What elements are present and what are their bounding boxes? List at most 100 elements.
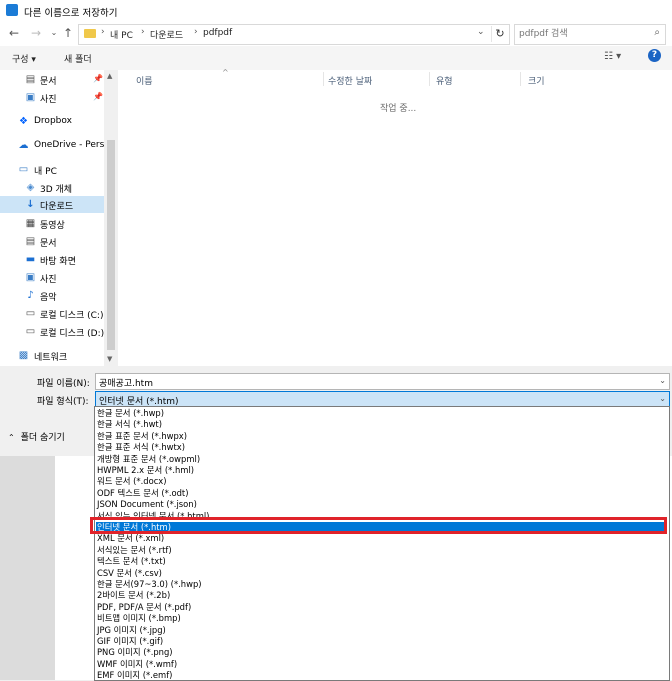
scrollbar-thumb[interactable] xyxy=(107,140,115,350)
nav-item-label: 내 PC xyxy=(34,167,57,177)
nav-item-3d-objects[interactable]: ◈ 3D 개체 xyxy=(0,179,104,196)
view-options-icon[interactable]: ☷ ▾ xyxy=(604,51,621,62)
scroll-up-icon[interactable]: ▲ xyxy=(107,72,112,80)
filetype-option[interactable]: EMF 이미지 (*.emf) xyxy=(96,670,667,680)
nav-item-pictures[interactable]: ▣ 사진 xyxy=(0,269,104,286)
nav-item-music[interactable]: ♪ 음악 xyxy=(0,287,104,304)
nav-item-this-pc[interactable]: ▭ 내 PC xyxy=(0,161,104,178)
nav-item-label: 문서 xyxy=(40,77,57,87)
filetype-option[interactable]: 워드 문서 (*.docx) xyxy=(96,476,667,487)
drive-icon: ▭ xyxy=(25,326,36,337)
column-divider[interactable] xyxy=(323,72,324,86)
address-dropdown-icon[interactable]: ⌄ xyxy=(477,27,485,37)
nav-item-label: 문서 xyxy=(40,239,57,249)
nav-item-network[interactable]: ▩ 네트워크 xyxy=(0,347,104,364)
column-header-name[interactable]: 이름 xyxy=(136,74,153,87)
folder-icon xyxy=(84,29,96,38)
filetype-option[interactable]: 한글 문서(97~3.0) (*.hwp) xyxy=(96,579,667,590)
nav-item-label: 음악 xyxy=(40,293,57,303)
chevron-right-icon: › xyxy=(141,27,145,37)
organize-button[interactable]: 구성 ▾ xyxy=(12,52,36,65)
column-divider[interactable] xyxy=(520,72,521,86)
refresh-icon[interactable]: ↻ xyxy=(491,26,508,42)
dropbox-icon: ❖ xyxy=(19,116,28,127)
filename-label: 파일 이름(N): xyxy=(37,379,90,389)
back-arrow-icon[interactable]: ← xyxy=(6,25,22,41)
breadcrumb-pdfpdf[interactable]: pdfpdf xyxy=(203,28,232,38)
title-bar: 다른 이름으로 저장하기 xyxy=(0,0,672,22)
nav-item-videos[interactable]: ▦ 동영상 xyxy=(0,215,104,232)
column-header-size[interactable]: 크기 xyxy=(528,74,545,87)
nav-item-label: 사진 xyxy=(40,275,57,285)
filetype-option[interactable]: CSV 문서 (*.csv) xyxy=(96,568,667,579)
filetype-option[interactable]: 서식있는 문서 (*.rtf) xyxy=(96,545,667,556)
filetype-option[interactable]: ODF 텍스트 문서 (*.odt) xyxy=(96,488,667,499)
filename-input[interactable]: 공매공고.htm ⌄ xyxy=(95,373,670,390)
filetype-option[interactable]: HWPML 2.x 문서 (*.hml) xyxy=(96,465,667,476)
nav-item-label: 다운로드 xyxy=(40,202,74,212)
help-icon[interactable]: ? xyxy=(648,49,661,62)
filetype-option[interactable]: XML 문서 (*.xml) xyxy=(96,533,667,544)
breadcrumb-my-pc[interactable]: 내 PC xyxy=(110,28,133,41)
nav-item-downloads[interactable]: ↓ 다운로드 xyxy=(0,196,104,213)
nav-item-label: 동영상 xyxy=(40,221,65,231)
pin-icon[interactable]: 📌 xyxy=(93,92,103,101)
search-input[interactable] xyxy=(519,27,639,41)
filetype-option[interactable]: 한글 문서 (*.hwp) xyxy=(96,408,667,419)
nav-item-onedrive[interactable]: ☁ OneDrive - Perso xyxy=(0,137,110,154)
nav-item-label: 바탕 화면 xyxy=(40,257,76,267)
background-window xyxy=(0,456,55,680)
nav-item-dropbox[interactable]: ❖ Dropbox xyxy=(0,113,104,130)
filetype-option[interactable]: JSON Document (*.json) xyxy=(96,499,667,510)
filetype-dropdown-list[interactable]: 한글 문서 (*.hwp) 한글 서식 (*.hwt) 한글 표준 문서 (*.hw… xyxy=(94,406,670,681)
filetype-option[interactable]: 개방형 표준 문서 (*.owpml) xyxy=(96,454,667,465)
computer-icon: ▭ xyxy=(18,164,29,175)
filetype-option[interactable]: 비트맵 이미지 (*.bmp) xyxy=(96,613,667,624)
video-icon: ▦ xyxy=(25,218,36,229)
filetype-option[interactable]: 한글 표준 문서 (*.hwpx) xyxy=(96,431,667,442)
picture-icon: ▣ xyxy=(25,272,36,283)
column-divider[interactable] xyxy=(429,72,430,86)
filetype-option[interactable]: 2바이트 문서 (*.2b) xyxy=(96,590,667,601)
nav-scrollbar[interactable]: ▲ ▼ xyxy=(104,70,118,366)
nav-item-label: Dropbox xyxy=(34,116,72,126)
column-header-type[interactable]: 유형 xyxy=(436,74,453,87)
music-icon: ♪ xyxy=(27,290,34,301)
chevron-right-icon: › xyxy=(194,27,198,37)
chevron-down-icon[interactable]: ⌄ xyxy=(659,376,666,385)
address-bar[interactable]: › 내 PC › 다운로드 › pdfpdf ⌄ ↻ xyxy=(78,24,510,45)
highlight-annotation xyxy=(90,517,667,534)
network-icon: ▩ xyxy=(18,350,29,361)
hide-folders-button[interactable]: ⌃ 폴더 숨기기 xyxy=(8,430,65,443)
scroll-down-icon[interactable]: ▼ xyxy=(107,355,112,363)
cube-icon: ◈ xyxy=(26,182,35,193)
picture-icon: ▣ xyxy=(25,92,36,103)
filetype-option[interactable]: WMF 이미지 (*.wmf) xyxy=(96,659,667,670)
up-arrow-icon[interactable]: ↑ xyxy=(60,25,76,41)
chevron-down-icon[interactable]: ⌄ xyxy=(659,394,666,403)
document-icon: ▤ xyxy=(25,74,36,85)
nav-item-desktop[interactable]: ▬ 바탕 화면 xyxy=(0,251,104,268)
app-icon xyxy=(6,4,18,16)
nav-item-pictures-quick[interactable]: ▣ 사진 📌 xyxy=(0,89,104,106)
pin-icon[interactable]: 📌 xyxy=(93,74,103,83)
filetype-option[interactable]: 한글 표준 서식 (*.hwtx) xyxy=(96,442,667,453)
filetype-option[interactable]: 한글 서식 (*.hwt) xyxy=(96,419,667,430)
nav-item-drive-c[interactable]: ▭ 로컬 디스크 (C:) xyxy=(0,305,104,322)
filetype-option[interactable]: GIF 이미지 (*.gif) xyxy=(96,636,667,647)
nav-item-label: 로컬 디스크 (D:) xyxy=(40,329,105,339)
sort-ascending-icon: ^ xyxy=(222,68,229,77)
nav-item-documents[interactable]: ▤ 문서 xyxy=(0,233,104,250)
filetype-option[interactable]: PNG 이미지 (*.png) xyxy=(96,647,667,658)
nav-item-drive-d[interactable]: ▭ 로컬 디스크 (D:) xyxy=(0,323,104,340)
new-folder-button[interactable]: 새 폴더 xyxy=(64,52,92,65)
column-header-modified[interactable]: 수정한 날짜 xyxy=(328,74,372,87)
filetype-option[interactable]: JPG 이미지 (*.jpg) xyxy=(96,625,667,636)
nav-item-documents-quick[interactable]: ▤ 문서 📌 xyxy=(0,71,104,88)
forward-arrow-icon[interactable]: → xyxy=(28,25,44,41)
filetype-option[interactable]: 텍스트 문서 (*.txt) xyxy=(96,556,667,567)
search-box[interactable]: ⌕ xyxy=(514,24,666,45)
toolbar: 구성 ▾ 새 폴더 ☷ ▾ ? xyxy=(0,46,672,71)
filetype-option[interactable]: PDF, PDF/A 문서 (*.pdf) xyxy=(96,602,667,613)
breadcrumb-downloads[interactable]: 다운로드 xyxy=(150,28,183,41)
